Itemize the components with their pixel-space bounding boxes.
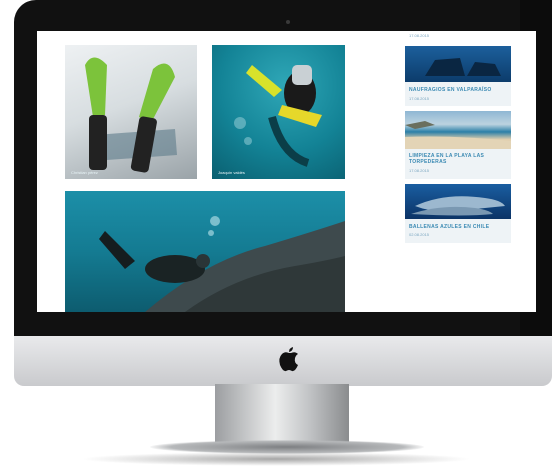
news-thumb-whale[interactable] — [405, 184, 511, 219]
whale-illustration — [411, 196, 505, 216]
news-date: 17.08.2015 — [409, 96, 430, 101]
shipwreck-illustration — [425, 58, 501, 76]
news-title[interactable]: LIMPIEZA EN LA PLAYA LAS TORPEDERAS — [409, 153, 489, 165]
monitor-stand — [215, 384, 349, 444]
apple-logo-icon — [279, 347, 298, 372]
gallery-photo-fins[interactable]: Christian pérez — [65, 45, 197, 179]
stand-shadow — [80, 452, 472, 466]
news-thumb-shipwreck[interactable] — [405, 46, 511, 82]
photo-credit: Joaquín valdés — [218, 170, 245, 175]
reef-diver-illustration — [99, 216, 345, 312]
webcam-icon — [286, 20, 290, 24]
news-sidebar: 17.08.2015 NAUFRAGIOS EN VALPARAÍSO 17.0… — [405, 31, 513, 312]
photo-credit: Christian pérez — [71, 170, 98, 175]
diver-illustration — [234, 65, 322, 167]
sidebar-top-date: 17.08.2015 — [409, 33, 430, 38]
beach-illustration — [405, 121, 511, 149]
news-item-beach[interactable]: LIMPIEZA EN LA PLAYA LAS TORPEDERAS 17.0… — [405, 149, 511, 179]
news-item-whale[interactable]: BALLENAS AZULES EN CHILE 02.08.2015 — [405, 219, 511, 243]
news-item-shipwreck[interactable]: NAUFRAGIOS EN VALPARAÍSO 17.08.2015 — [405, 82, 511, 106]
monitor-screen: Christian pérez Joaquín valdés 17.08.201… — [37, 31, 536, 312]
monitor-foot — [150, 440, 424, 454]
news-date: 17.08.2015 — [409, 168, 430, 173]
news-date: 02.08.2015 — [409, 232, 430, 237]
gallery-photo-wide[interactable] — [65, 191, 345, 312]
gallery-photo-diver[interactable]: Joaquín valdés — [212, 45, 345, 179]
news-title[interactable]: BALLENAS AZULES EN CHILE — [409, 224, 489, 230]
news-thumb-beach[interactable] — [405, 111, 511, 149]
fins-illustration — [85, 57, 177, 173]
news-title[interactable]: NAUFRAGIOS EN VALPARAÍSO — [409, 87, 492, 93]
